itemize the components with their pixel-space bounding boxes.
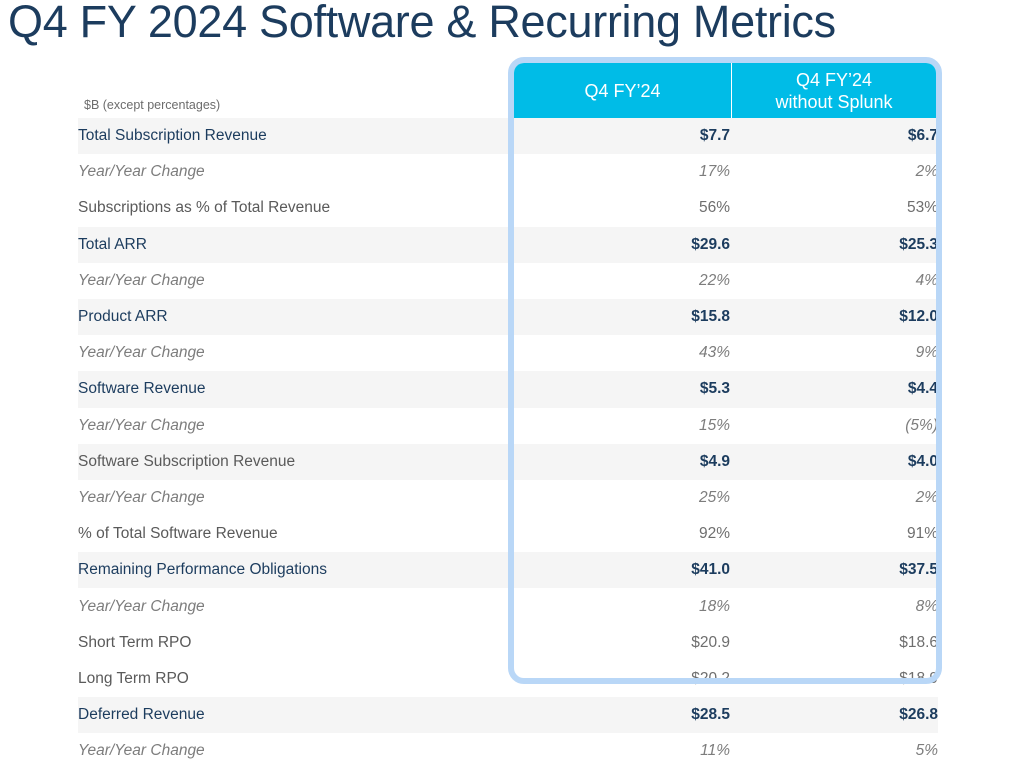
cell-q4-fy24-without-splunk: 4% (730, 262, 938, 299)
cell-q4-fy24-without-splunk: $4.4 (730, 371, 938, 408)
cell-q4-fy24-without-splunk: $18.6 (730, 624, 938, 661)
table-row: Year/Year Change 17% 2% (78, 154, 938, 191)
metrics-table-body: Total Subscription Revenue $7.7 $6.7 Year/Y… (78, 118, 938, 769)
table-row: Software Subscription Revenue $4.9 $4.0 (78, 443, 938, 480)
row-label: Remaining Performance Obligations (78, 552, 508, 589)
row-label: % of Total Software Revenue (78, 516, 508, 553)
row-label: Year/Year Change (78, 733, 508, 769)
cell-q4-fy24-without-splunk: $4.0 (730, 443, 938, 480)
table-row: Remaining Performance Obligations $41.0 $3… (78, 552, 938, 589)
table-row: Software Revenue $5.3 $4.4 (78, 371, 938, 408)
table-row: Year/Year Change 15% (5%) (78, 407, 938, 444)
cell-q4-fy24-without-splunk: (5%) (730, 407, 938, 444)
table-row: Deferred Revenue $28.5 $26.8 (78, 697, 938, 734)
metrics-table: Total Subscription Revenue $7.7 $6.7 Year/Y… (78, 118, 938, 769)
row-label: Software Revenue (78, 371, 508, 408)
cell-q4-fy24: $29.6 (508, 226, 730, 263)
page-title: Q4 FY 2024 Software & Recurring Metrics (8, 0, 836, 47)
row-label: Total Subscription Revenue (78, 118, 508, 155)
cell-q4-fy24-without-splunk: $18.9 (730, 660, 938, 697)
cell-q4-fy24: 43% (508, 335, 730, 372)
table-header-block: Q4 FY’24 Q4 FY’24 without Splunk (514, 63, 936, 118)
row-label: Subscriptions as % of Total Revenue (78, 190, 508, 227)
table-row: Product ARR $15.8 $12.0 (78, 298, 938, 336)
row-label: Year/Year Change (78, 154, 508, 191)
cell-q4-fy24: 56% (508, 190, 730, 227)
column-header-q4-fy24-label: Q4 FY’24 (584, 80, 661, 101)
table-row: Subscriptions as % of Total Revenue 56% 53… (78, 190, 938, 227)
row-label: Product ARR (78, 298, 508, 336)
cell-q4-fy24: $7.7 (508, 118, 730, 155)
cell-q4-fy24: 15% (508, 407, 730, 444)
cell-q4-fy24-without-splunk: 9% (730, 335, 938, 372)
cell-q4-fy24-without-splunk: $26.8 (730, 697, 938, 734)
cell-q4-fy24: $15.8 (508, 298, 730, 336)
column-header-without-splunk-line1: Q4 FY’24 (795, 69, 873, 90)
cell-q4-fy24-without-splunk: 53% (730, 190, 938, 227)
column-header-q4-fy24: Q4 FY’24 (514, 63, 731, 118)
row-label: Software Subscription Revenue (78, 443, 508, 480)
cell-q4-fy24-without-splunk: 2% (730, 479, 938, 517)
table-row: Total Subscription Revenue $7.7 $6.7 (78, 118, 938, 155)
row-label: Year/Year Change (78, 479, 508, 517)
cell-q4-fy24-without-splunk: $12.0 (730, 298, 938, 336)
row-label: Year/Year Change (78, 407, 508, 444)
cell-q4-fy24-without-splunk: 91% (730, 516, 938, 553)
column-header-without-splunk-wrapper: Q4 FY’24 without Splunk (775, 69, 892, 113)
cell-q4-fy24-without-splunk: $37.5 (730, 552, 938, 589)
cell-q4-fy24: $20.9 (508, 624, 730, 661)
cell-q4-fy24-without-splunk: 5% (730, 733, 938, 769)
cell-q4-fy24-without-splunk: $6.7 (730, 118, 938, 155)
cell-q4-fy24: 11% (508, 733, 730, 769)
cell-q4-fy24: $28.5 (508, 697, 730, 734)
table-row: Year/Year Change 11% 5% (78, 733, 938, 769)
column-header-q4-fy24-without-splunk: Q4 FY’24 without Splunk (731, 63, 936, 118)
table-row: Year/Year Change 25% 2% (78, 479, 938, 517)
cell-q4-fy24: 17% (508, 154, 730, 191)
cell-q4-fy24-without-splunk: 2% (730, 154, 938, 191)
cell-q4-fy24: $5.3 (508, 371, 730, 408)
row-label: Long Term RPO (78, 660, 508, 697)
cell-q4-fy24: $41.0 (508, 552, 730, 589)
cell-q4-fy24: $20.2 (508, 660, 730, 697)
table-row: Year/Year Change 43% 9% (78, 335, 938, 372)
row-label: Deferred Revenue (78, 697, 508, 734)
column-header-without-splunk-line2: without Splunk (775, 91, 893, 112)
table-row: Year/Year Change 22% 4% (78, 262, 938, 299)
cell-q4-fy24: 25% (508, 479, 730, 517)
cell-q4-fy24-without-splunk: $25.3 (730, 226, 938, 263)
cell-q4-fy24: 92% (508, 516, 730, 553)
table-row: Year/Year Change 18% 8% (78, 588, 938, 625)
table-row: Long Term RPO $20.2 $18.9 (78, 660, 938, 697)
row-label: Year/Year Change (78, 588, 508, 625)
row-label: Year/Year Change (78, 262, 508, 299)
table-row: Short Term RPO $20.9 $18.6 (78, 624, 938, 661)
table-row: % of Total Software Revenue 92% 91% (78, 516, 938, 553)
table-row: Total ARR $29.6 $25.3 (78, 226, 938, 263)
cell-q4-fy24: 18% (508, 588, 730, 625)
units-caption: $B (except percentages) (84, 98, 221, 112)
row-label: Year/Year Change (78, 335, 508, 372)
cell-q4-fy24: 22% (508, 262, 730, 299)
cell-q4-fy24-without-splunk: 8% (730, 588, 938, 625)
cell-q4-fy24: $4.9 (508, 443, 730, 480)
row-label: Total ARR (78, 226, 508, 263)
row-label: Short Term RPO (78, 624, 508, 661)
